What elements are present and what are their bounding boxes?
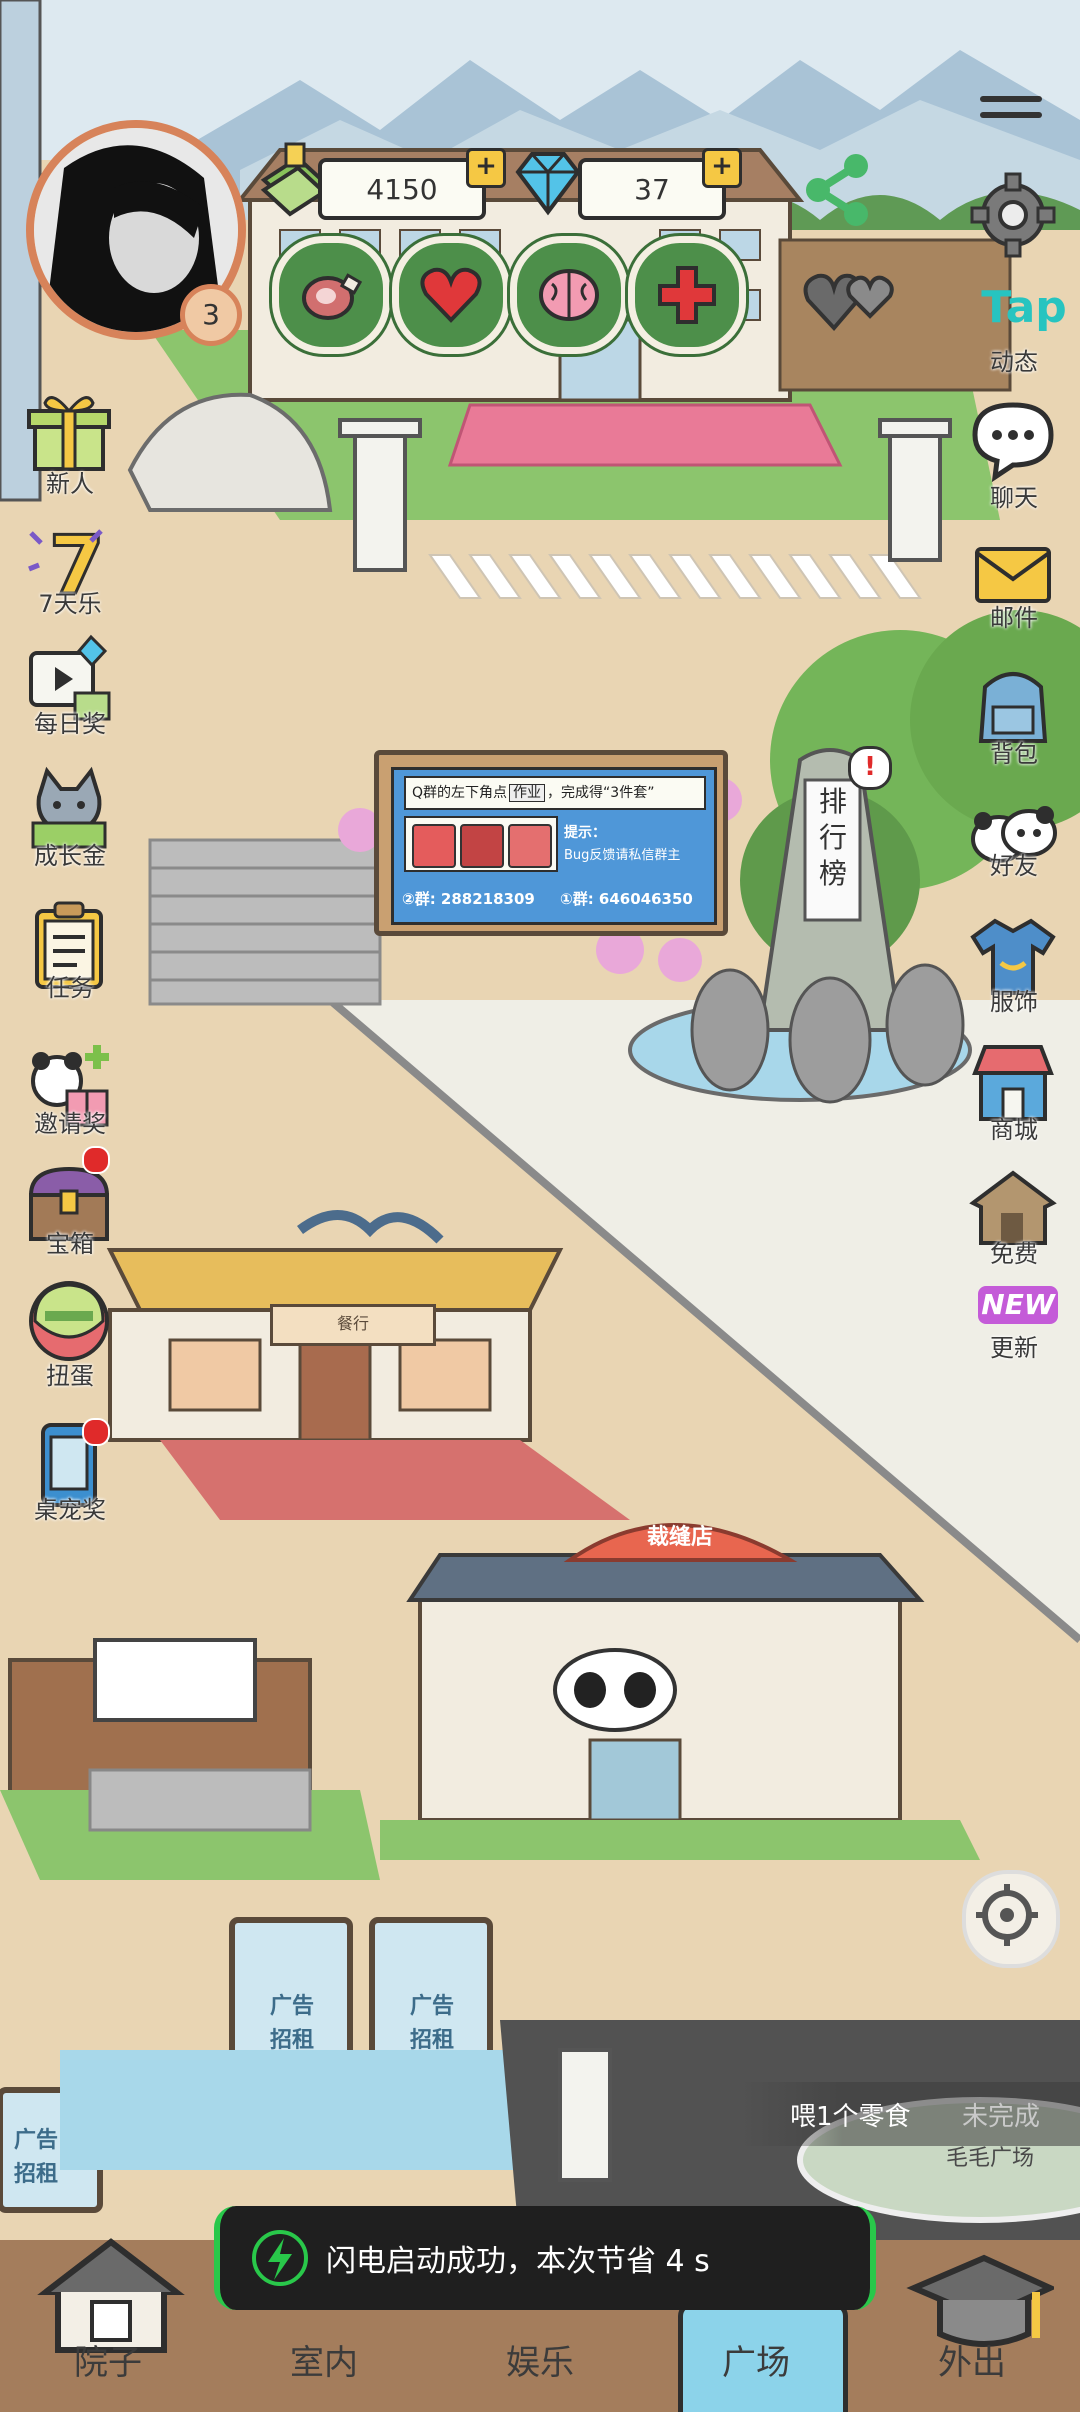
seven-day-label: 7天乐 [38,590,102,618]
billboard-hint-title: 提示： [564,825,606,841]
meat-icon [302,273,363,320]
locate-button[interactable] [962,1870,1060,1968]
clothing-label: 服饰 [990,988,1038,1016]
treasure-chest-alert-dot [82,1146,110,1174]
billboard-group2: ②群: 288218309 [402,890,535,908]
diamond-icon [508,142,588,222]
toast-notification: 闪电启动成功，本次节省 4 s [214,2206,876,2310]
quest-status: 未完成 [962,2102,1041,2132]
add-diamond-button[interactable]: + [702,148,742,188]
growth-fund-label: 成长金 [34,842,106,870]
money-value: 4150 [366,172,438,206]
share-icon[interactable] [798,150,878,230]
game-screen: { "header": { "money": "4150", "diamonds… [0,0,1080,2412]
tap-badge[interactable]: Tap [964,282,1080,333]
hearts-icon[interactable] [800,256,900,336]
task-label: 任务 [46,974,94,1002]
billboard-group1: ①群: 646046350 [560,890,693,908]
newbie-gift-label: 新人 [46,470,94,498]
shop-label: 商城 [990,1116,1038,1144]
billboard-line1b: ，完成得“3件套” [547,785,655,801]
brain-icon [539,269,599,321]
ad-board-3[interactable]: 广告招租 [6,2124,66,2192]
quest-text: 喂1个零食 [790,2102,911,2132]
nav-yard-label: 院子 [74,2343,142,2383]
billboard-chip: 作业 [509,784,546,802]
nav-indoor-label: 室内 [290,2343,358,2383]
mail-label: 邮件 [990,604,1038,632]
level-badge: 3 [180,284,242,346]
mood-stat-button[interactable] [392,236,510,354]
intelligence-stat-button[interactable] [510,236,628,354]
nav-entertainment-label: 娱乐 [506,2343,574,2383]
desktop-pet-reward-label: 桌宠奖 [34,1496,106,1524]
nav-outing[interactable]: 外出 [864,2222,1080,2412]
heart-icon [420,267,482,323]
ad-board-2[interactable]: 广告招租 [402,1990,462,2058]
ad-board-1[interactable]: 广告招租 [262,1990,322,2058]
food-stat-button[interactable] [272,236,390,354]
location-name: 毛毛广场 [945,2146,1034,2171]
nav-outing-label: 外出 [938,2343,1006,2383]
lightning-icon [252,2230,308,2286]
gacha-label: 扭蛋 [46,1362,94,1390]
add-money-button[interactable]: + [466,148,506,188]
crosshair-icon [976,1884,1038,1946]
nav-plaza-label: 广场 [722,2343,790,2383]
scene-background [0,0,1080,2412]
ranking-monument[interactable]: 排行榜 [808,784,858,914]
new-badge[interactable]: NEW [978,1286,1058,1324]
tailor-shop-sign[interactable]: 裁缝店 [600,1514,760,1562]
desktop-pet-alert-dot [82,1418,110,1446]
treasure-chest-label: 宝箱 [46,1230,94,1258]
billboard-hint-body: Bug反馈请私信群主 [564,848,681,863]
billboard-title-box: Q群的左下角点 作业 ，完成得“3件套” [404,776,706,810]
restaurant-sign[interactable]: 餐行 [270,1304,436,1346]
nav-yard[interactable]: 院子 [0,2222,216,2412]
toast-text: 闪电启动成功，本次节省 4 s [326,2244,710,2279]
exclamation-icon[interactable]: ! [848,746,892,790]
feed-label: 动态 [990,348,1038,376]
notice-billboard[interactable]: Q群的左下角点 作业 ，完成得“3件套” 提示： Bug反馈请私信群主 ②群: 28… [374,750,728,936]
billboard-items [404,816,558,872]
billboard-line1: Q群的左下角点 [412,785,508,801]
menu-icon[interactable] [980,96,1042,126]
gear-icon[interactable] [968,170,1058,260]
quest-tracker[interactable]: 喂1个零食 未完成 [740,2082,1080,2146]
free-label: 免费 [990,1240,1038,1268]
health-cross-icon [658,266,716,324]
update-label: 更新 [990,1334,1038,1362]
diamond-value: 37 [634,172,670,206]
invite-reward-label: 邀请奖 [34,1110,106,1138]
health-stat-button[interactable] [628,236,746,354]
daily-reward-label: 每日奖 [34,710,106,738]
friends-label: 好友 [990,852,1038,880]
chat-bubble-icon [972,402,1054,483]
backpack-label: 背包 [990,740,1038,768]
chat-label: 聊天 [990,484,1038,512]
money-counter: 4150 [318,158,486,220]
